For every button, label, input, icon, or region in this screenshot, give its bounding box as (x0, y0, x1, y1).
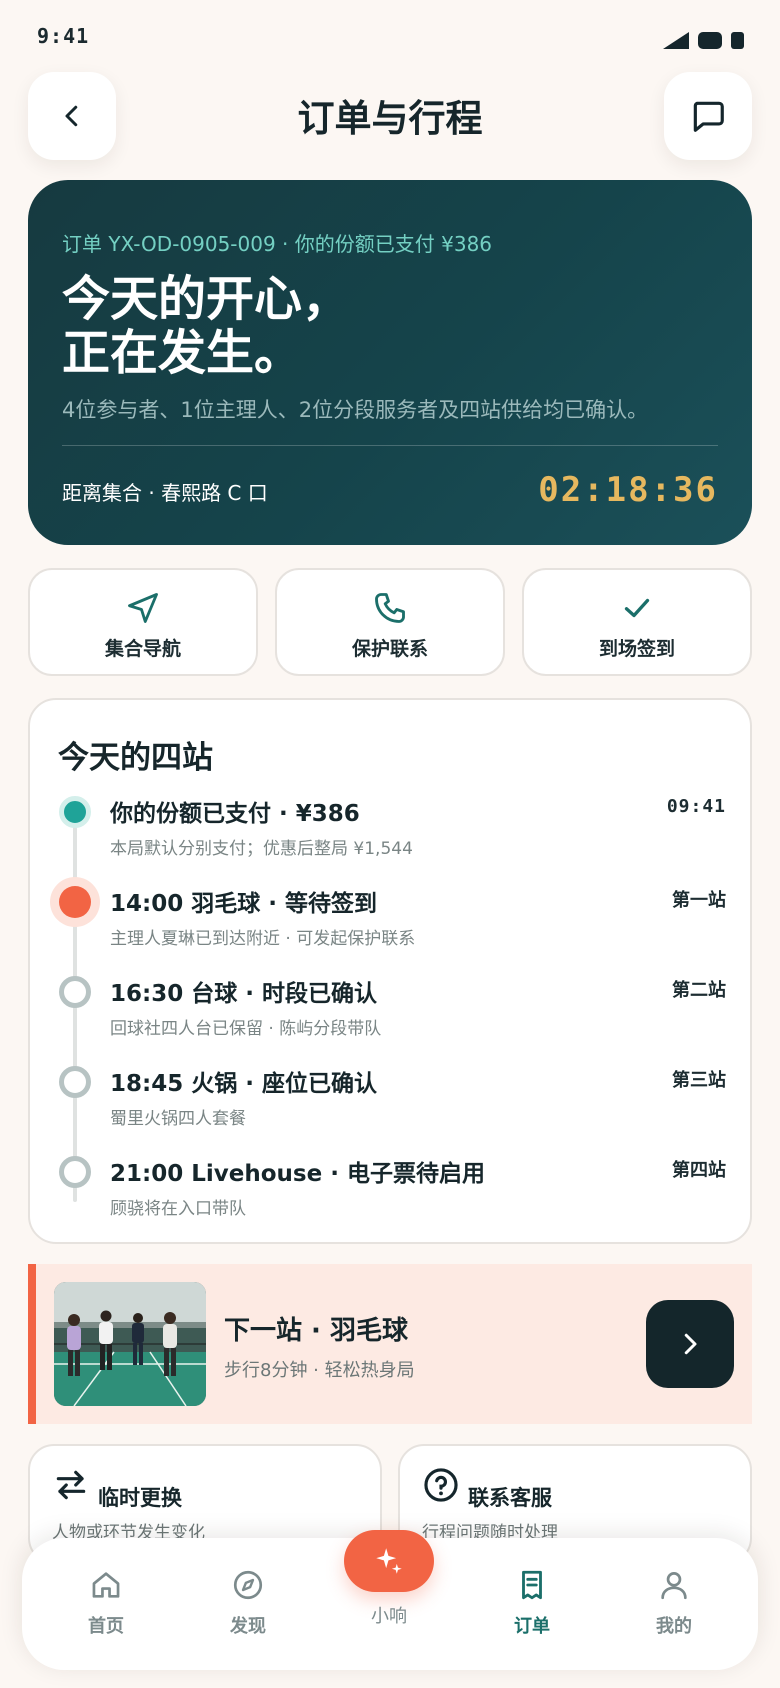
order-hero-card: 订单 YX-OD-0905-009 · 你的份额已支付 ¥386 今天的开心， … (28, 180, 752, 545)
phone-icon (375, 593, 405, 623)
signal-icon (663, 32, 689, 49)
next-stop-title: 下一站 · 羽毛球 (224, 1316, 408, 1346)
tab-label: 首页 (88, 1616, 124, 1637)
tab-orders[interactable]: 订单 (477, 1566, 587, 1638)
timeline-item[interactable]: 你的份额已支付 · ¥386 本局默认分别支付；优惠后整局 ¥1,544 09:… (30, 792, 750, 872)
timeline-item-time: 09:41 (666, 796, 726, 817)
timeline-item[interactable]: 18:45 火锅 · 座位已确认 蜀里火锅四人套餐 第三站 (30, 1062, 750, 1142)
help-circle-icon (424, 1468, 458, 1502)
next-stop-card[interactable]: 下一站 · 羽毛球 步行8分钟 · 轻松热身局 (28, 1264, 752, 1424)
status-dot-done (59, 796, 91, 828)
check-icon (624, 598, 650, 618)
check-in-label: 到场签到 (598, 638, 675, 660)
tab-label: 发现 (230, 1616, 266, 1637)
support-title: 联系客服 (468, 1486, 552, 1510)
timeline-item-title: 你的份额已支付 · ¥386 (110, 801, 360, 827)
chat-icon (693, 101, 724, 132)
page-title: 订单与行程 (297, 97, 483, 140)
timeline-item-title: 21:00 Livehouse · 电子票待启用 (110, 1161, 485, 1187)
timeline-item-stop: 第四站 (672, 1160, 726, 1181)
user-icon (661, 1572, 687, 1600)
message-button[interactable] (664, 72, 752, 160)
timeline-item-subtitle: 本局默认分别支付；优惠后整局 ¥1,544 (110, 839, 413, 859)
hero-subtitle: 4位参与者、1位主理人、2位分段服务者及四站供给均已确认。 (62, 398, 649, 422)
status-time: 9:41 (37, 24, 90, 48)
badminton-photo (54, 1282, 206, 1406)
battery-icon (731, 32, 744, 49)
wifi-icon (698, 32, 722, 49)
status-dot-pending (59, 976, 91, 1008)
timeline-item-subtitle: 主理人夏琳已到达附近 · 可发起保护联系 (110, 929, 416, 949)
timeline-item-subtitle: 蜀里火锅四人套餐 (110, 1109, 246, 1129)
status-icons (663, 32, 744, 49)
tab-label: 我的 (656, 1616, 692, 1637)
timeline-item[interactable]: 14:00 羽毛球 · 等待签到 主理人夏琳已到达附近 · 可发起保护联系 第一… (30, 882, 750, 962)
navigate-label: 集合导航 (104, 638, 181, 660)
timeline-item-title: 16:30 台球 · 时段已确认 (110, 981, 377, 1007)
receipt-icon (522, 1570, 542, 1600)
timeline-item-subtitle: 顾骁将在入口带队 (110, 1199, 246, 1219)
timeline-item-subtitle: 回球社四人台已保留 · 陈屿分段带队 (110, 1019, 382, 1039)
compass-icon (233, 1570, 263, 1600)
assistant-button[interactable] (344, 1530, 434, 1592)
safety-contact-label: 保护联系 (351, 638, 428, 660)
timeline-item-title: 18:45 火锅 · 座位已确认 (110, 1071, 377, 1097)
meeting-distance-label: 距离集合 · 春熙路 C 口 (62, 481, 268, 505)
timeline-item-title: 14:00 羽毛球 · 等待签到 (110, 891, 377, 917)
hero-headline: 今天的开心， 正在发生。 (62, 272, 350, 380)
timeline-item-stop: 第一站 (672, 890, 726, 911)
timeline-item[interactable]: 16:30 台球 · 时段已确认 回球社四人台已保留 · 陈屿分段带队 第二站 (30, 972, 750, 1052)
next-stop-accent-bar (28, 1264, 36, 1424)
timeline-item[interactable]: 21:00 Livehouse · 电子票待启用 顾骁将在入口带队 第四站 (30, 1152, 750, 1232)
countdown-timer: 02:18:36 (538, 470, 718, 510)
tab-home[interactable]: 首页 (51, 1566, 161, 1638)
chevron-right-icon (684, 1333, 697, 1355)
next-stop-go-button[interactable] (646, 1300, 734, 1388)
navigate-button[interactable]: 集合导航 (28, 568, 258, 676)
sparkle-icon (376, 1548, 402, 1574)
hero-headline-line-1: 今天的开心， (62, 271, 351, 327)
stations-title: 今天的四站 (58, 740, 213, 776)
status-dot-pending (59, 1066, 91, 1098)
hero-headline-line-2: 正在发生。 (62, 325, 303, 381)
check-in-button[interactable]: 到场签到 (522, 568, 752, 676)
status-dot-active (59, 886, 91, 918)
navigation-icon (128, 593, 158, 623)
timeline-item-stop: 第三站 (672, 1070, 726, 1091)
stations-card: 今天的四站 你的份额已支付 · ¥386 本局默认分别支付；优惠后整局 ¥1,5… (28, 698, 752, 1244)
status-dot-pending (59, 1156, 91, 1188)
timeline-item-stop: 第二站 (672, 980, 726, 1001)
tab-profile[interactable]: 我的 (619, 1566, 729, 1638)
safety-contact-button[interactable]: 保护联系 (275, 568, 505, 676)
home-icon (92, 1572, 120, 1598)
tab-label: 小响 (371, 1606, 407, 1627)
tab-discover[interactable]: 发现 (193, 1566, 303, 1638)
status-bar: 9:41 (0, 0, 780, 70)
tab-label: 订单 (514, 1616, 550, 1637)
hero-divider (62, 445, 718, 446)
swap-icon (56, 1470, 86, 1500)
order-number: 订单 YX-OD-0905-009 · 你的份额已支付 ¥386 (62, 232, 493, 256)
next-stop-subtitle: 步行8分钟 · 轻松热身局 (224, 1360, 415, 1381)
swap-title: 临时更换 (98, 1486, 182, 1510)
